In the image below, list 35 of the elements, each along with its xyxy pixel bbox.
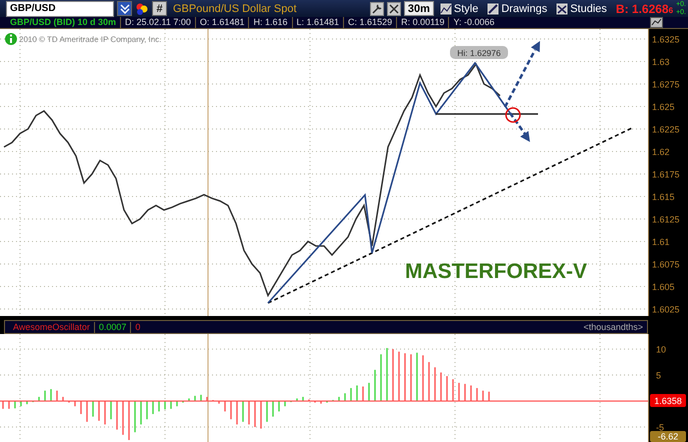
price-badge: 1.6358 bbox=[650, 394, 686, 408]
axis-label: 1.615 bbox=[652, 192, 675, 202]
ohlc-value: D: 25.02.11 7:00 bbox=[120, 17, 195, 28]
axis-label: 1.625 bbox=[652, 102, 675, 112]
ohlc-value: L: 1.61481 bbox=[292, 17, 344, 28]
units-label: <thousandths> bbox=[583, 322, 644, 332]
axis-label: 1.6125 bbox=[652, 214, 680, 224]
axis-label: 1.6225 bbox=[652, 124, 680, 134]
axis-label: 1.6025 bbox=[652, 304, 680, 314]
axis-label: 1.6075 bbox=[652, 259, 680, 270]
axis-label: 1.61 bbox=[652, 236, 670, 247]
symbol-description: GBPound/US Dollar Spot bbox=[173, 2, 297, 14]
axis-label: 10 bbox=[656, 344, 666, 355]
axis-label: 1.63 bbox=[652, 57, 670, 67]
chart-title: GBP/USD (BID) 10 d 30m bbox=[9, 17, 118, 28]
axis-label: 1.6175 bbox=[652, 169, 680, 180]
high-label: Hi: 1.62976 bbox=[450, 46, 508, 59]
ohlc-value: R: 0.00119 bbox=[396, 17, 448, 28]
axis-label: -5 bbox=[656, 422, 664, 433]
study-name: AwesomeOscillator bbox=[12, 322, 91, 332]
bid-price: B: 1.62686 bbox=[616, 2, 674, 16]
ohlc-value: H: 1.616 bbox=[248, 17, 292, 28]
axis-label: 1.6325 bbox=[652, 34, 680, 44]
ohlc-value: Y: -0.0066 bbox=[448, 17, 499, 28]
copyright-text: 2010 © TD Ameritrade IP Company, Inc. bbox=[19, 35, 162, 44]
ohlc-value: O: 1.61481 bbox=[194, 17, 248, 28]
study-value: 0.0007 bbox=[94, 322, 130, 332]
axis-label: 5 bbox=[656, 370, 662, 381]
study-value: 0 bbox=[130, 322, 144, 332]
ohlc-value: C: 1.61529 bbox=[343, 17, 396, 28]
axis-label: 1.605 bbox=[652, 282, 675, 292]
axis-label: 1.6275 bbox=[652, 80, 680, 90]
min-badge: -6.62 bbox=[650, 431, 686, 442]
axis-label: 1.62 bbox=[652, 146, 670, 157]
masterforex-text: MASTERFOREX-V bbox=[405, 260, 588, 283]
